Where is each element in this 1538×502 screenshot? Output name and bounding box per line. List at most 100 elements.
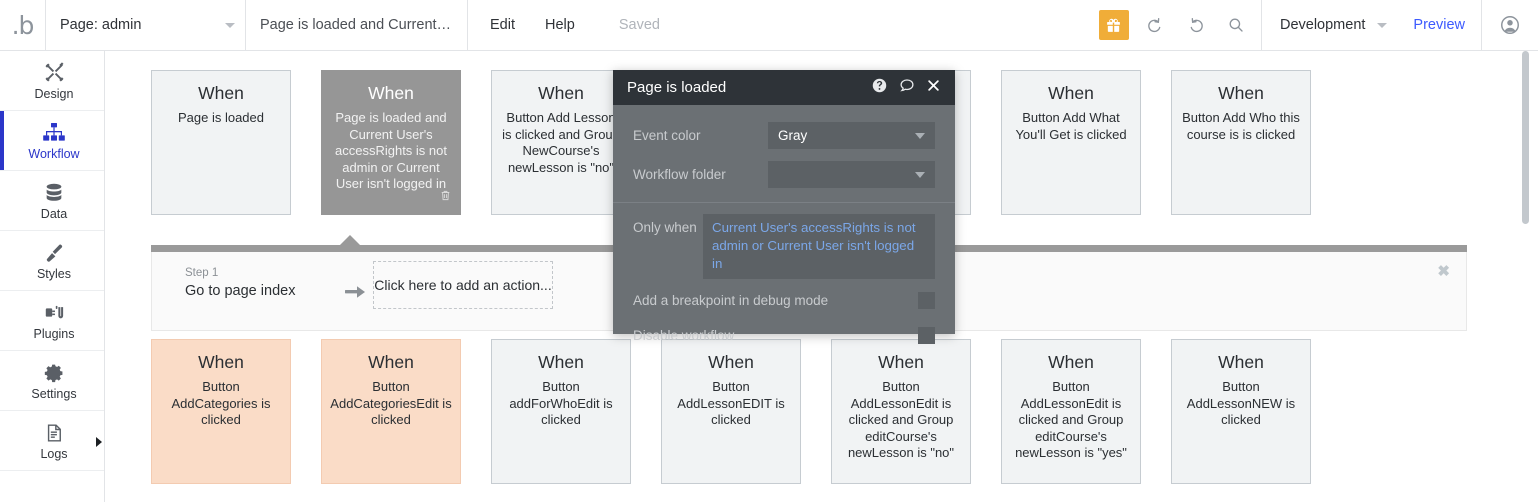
sidebar-item-plugins[interactable]: Plugins <box>0 291 104 351</box>
scrollbar-thumb[interactable] <box>1522 51 1529 224</box>
workflow-event-card-selected[interactable]: When Page is loaded and Current User's a… <box>321 70 461 215</box>
close-icon[interactable] <box>926 78 941 98</box>
sidebar-item-label: Styles <box>36 266 72 281</box>
breakpoint-label: Add a breakpoint in debug mode <box>633 293 829 309</box>
chevron-down-icon <box>1377 22 1388 28</box>
paintbrush-icon <box>43 241 65 265</box>
menu-bar: Edit Help Saved <box>467 0 680 50</box>
sidebar-item-data[interactable]: Data <box>0 171 104 231</box>
redo-icon[interactable] <box>1181 10 1211 40</box>
workflow-event-card[interactable]: When Button AddCategoriesEdit is clicked <box>321 339 461 484</box>
modal-title: Page is loaded <box>627 79 727 96</box>
event-color-row: Event color Gray <box>613 105 955 155</box>
breakpoint-row: Add a breakpoint in debug mode <box>613 283 955 318</box>
preview-button[interactable]: Preview <box>1413 17 1465 33</box>
card-condition-text: Button Add What You'll Get is clicked <box>1015 110 1127 142</box>
workflow-event-card[interactable]: When Button AddCategories is clicked <box>151 339 291 484</box>
card-condition-text: Page is loaded <box>177 110 264 125</box>
workflow-event-card[interactable]: When Page is loaded <box>151 70 291 215</box>
chevron-down-icon <box>915 132 925 139</box>
event-color-label: Event color <box>633 128 701 143</box>
version-selector[interactable]: Development <box>1260 0 1401 50</box>
undo-icon[interactable] <box>1141 10 1171 40</box>
card-condition-text: Button AddLessonEdit is clicked and Grou… <box>847 379 955 460</box>
document-icon <box>44 421 64 445</box>
workflow-tree-icon <box>42 121 66 145</box>
workflow-event-card[interactable]: When Button AddLessonEDIT is clicked <box>661 339 801 484</box>
gift-icon[interactable] <box>1098 10 1129 40</box>
chevron-down-icon <box>915 171 925 178</box>
top-bar: .b Page: admin Page is loaded and Curren… <box>0 0 1538 51</box>
close-icon[interactable]: ✖ <box>1437 264 1450 279</box>
only-when-expression-field[interactable]: Current User's accessRights is not admin… <box>703 214 935 280</box>
menu-item-edit[interactable]: Edit <box>490 17 515 33</box>
sidebar-item-design[interactable]: Design <box>0 51 104 111</box>
card-when-title: When <box>1048 83 1094 103</box>
card-condition-text: Button AddLessonEdit is clicked and Grou… <box>1015 379 1127 460</box>
workflow-event-card[interactable]: When Button AddLessonNEW is clicked <box>1171 339 1311 484</box>
card-when-title: When <box>538 83 584 103</box>
card-when-title: When <box>198 352 244 372</box>
menu-item-help[interactable]: Help <box>545 17 575 33</box>
version-label: Development <box>1279 17 1366 33</box>
workflow-event-card[interactable]: When Button Add Lesson is clicked and Gr… <box>491 70 631 215</box>
step-title: Go to page index <box>185 282 296 299</box>
card-when-title: When <box>708 352 754 372</box>
workflow-event-card[interactable]: When Button Add Who this course is is cl… <box>1171 70 1311 215</box>
database-icon <box>43 181 65 205</box>
comment-bubble-icon[interactable] <box>898 77 916 99</box>
workflow-event-card[interactable]: When Button AddLessonEdit is clicked and… <box>831 339 971 484</box>
workflow-name-field[interactable]: Page is loaded and Current User's a... <box>245 0 467 50</box>
sidebar-item-logs[interactable]: Logs <box>0 411 104 471</box>
sidebar-item-label: Logs <box>40 446 68 461</box>
card-condition-text: Page is loaded and Current User's access… <box>335 110 447 191</box>
search-icon[interactable] <box>1221 10 1251 40</box>
card-when-title: When <box>368 83 414 103</box>
trash-icon[interactable] <box>439 188 452 208</box>
only-when-label: Only when <box>633 220 697 235</box>
disable-workflow-checkbox[interactable] <box>918 327 935 345</box>
workflow-event-card[interactable]: When Button Add What You'll Get is click… <box>1001 70 1141 215</box>
card-when-title: When <box>1048 352 1094 372</box>
bubble-logo[interactable]: .b <box>0 0 45 50</box>
card-when-title: When <box>198 83 244 103</box>
disable-workflow-label: Disable workflow <box>633 328 735 344</box>
bubble-logo-icon: .b <box>11 10 35 40</box>
card-condition-text: Button addForWhoEdit is clicked <box>509 379 613 427</box>
sidebar-item-label: Data <box>40 206 68 221</box>
sidebar-item-workflow[interactable]: Workflow <box>0 111 104 171</box>
step-number: Step 1 <box>185 267 219 279</box>
step-summary[interactable]: Step 1 Go to page index <box>185 266 295 301</box>
sidebar-item-styles[interactable]: Styles <box>0 231 104 291</box>
workflow-folder-dropdown[interactable] <box>768 161 935 188</box>
card-condition-text: Button Add Who this course is is clicked <box>1182 110 1300 142</box>
left-sidebar: Design Workflow Data Styles Plugins Sett… <box>0 51 105 502</box>
expand-panel-arrow-icon[interactable] <box>93 434 105 450</box>
add-action-button[interactable]: Click here to add an action... <box>373 261 553 309</box>
card-when-title: When <box>538 352 584 372</box>
sidebar-item-label: Workflow <box>28 146 80 161</box>
arrow-right-icon <box>345 285 367 304</box>
card-when-title: When <box>1218 352 1264 372</box>
breakpoint-checkbox[interactable] <box>918 292 935 310</box>
event-properties-modal: Page is loaded Event color Gray Workflow… <box>613 70 955 345</box>
workflow-event-card[interactable]: When Button addForWhoEdit is clicked <box>491 339 631 484</box>
plug-icon <box>43 301 66 325</box>
help-circle-icon[interactable] <box>871 77 888 99</box>
modal-header: Page is loaded <box>613 70 955 105</box>
vertical-scrollbar[interactable] <box>1522 51 1529 502</box>
only-when-row: Only when Current User's accessRights is… <box>613 203 955 280</box>
gear-icon <box>43 361 65 385</box>
card-when-title: When <box>368 352 414 372</box>
event-color-dropdown[interactable]: Gray <box>768 122 935 149</box>
card-when-title: When <box>878 352 924 372</box>
card-condition-text: Button AddLessonEDIT is clicked <box>677 379 785 427</box>
only-when-expression-text: Current User's accessRights is not admin… <box>712 220 916 272</box>
workflow-event-card[interactable]: When Button AddLessonEdit is clicked and… <box>1001 339 1141 484</box>
triangle-right-glyph <box>96 437 102 447</box>
page-selector-dropdown[interactable]: Page: admin <box>45 0 245 50</box>
user-avatar-icon[interactable] <box>1481 0 1538 50</box>
sidebar-item-settings[interactable]: Settings <box>0 351 104 411</box>
add-action-label: Click here to add an action... <box>374 277 552 293</box>
card-condition-text: Button AddLessonNEW is clicked <box>1186 379 1296 427</box>
